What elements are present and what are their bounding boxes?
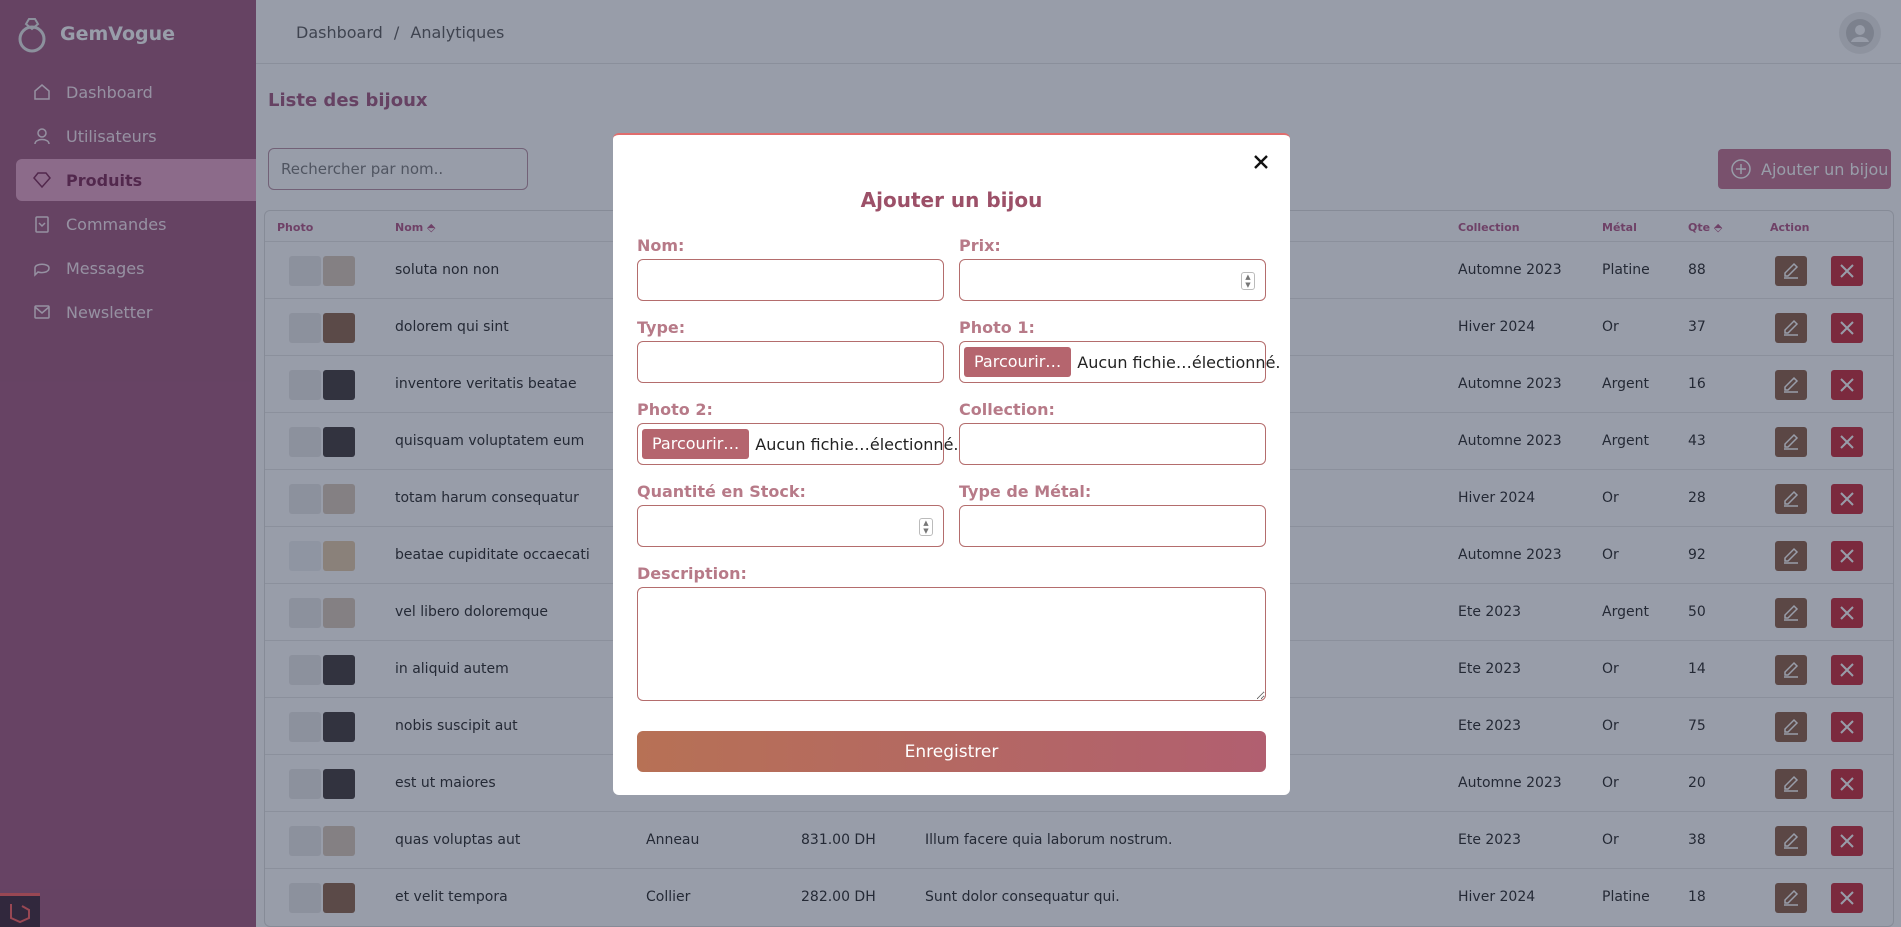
description-label: Description: — [637, 564, 747, 583]
prix-input[interactable]: ▲ ▼ — [959, 259, 1266, 301]
photo1-label: Photo 1: — [959, 318, 1035, 337]
nom-label: Nom: — [637, 236, 685, 255]
collection-label: Collection: — [959, 400, 1055, 419]
quantite-input[interactable]: ▲ ▼ — [637, 505, 944, 547]
type-input[interactable] — [637, 341, 944, 383]
prix-label: Prix: — [959, 236, 1001, 255]
close-icon[interactable] — [1252, 153, 1270, 171]
photo2-browse-button[interactable]: Parcourir… — [642, 429, 750, 459]
photo2-label: Photo 2: — [637, 400, 713, 419]
photo1-browse-button[interactable]: Parcourir… — [964, 347, 1072, 377]
add-jewel-modal: Ajouter un bijou Nom: Prix: ▲ ▼ Type: Pho… — [613, 133, 1290, 795]
modal-title: Ajouter un bijou — [860, 188, 1043, 212]
metal-input[interactable] — [959, 505, 1266, 547]
type-label: Type: — [637, 318, 686, 337]
metal-label: Type de Métal: — [959, 482, 1092, 501]
collection-input[interactable] — [959, 423, 1266, 465]
photo1-filename: Aucun fichie…électionné. — [1077, 352, 1281, 372]
spinner-icon[interactable]: ▲ ▼ — [919, 518, 933, 536]
photo1-file-input[interactable]: Parcourir… Aucun fichie…électionné. — [959, 341, 1281, 383]
quantite-label: Quantité en Stock: — [637, 482, 806, 501]
save-button[interactable]: Enregistrer — [637, 731, 1266, 772]
nom-input[interactable] — [637, 259, 944, 301]
spinner-icon[interactable]: ▲ ▼ — [1241, 272, 1255, 290]
photo2-file-input[interactable]: Parcourir… Aucun fichie…électionné. — [637, 423, 959, 465]
description-textarea[interactable] — [637, 587, 1266, 701]
photo2-filename: Aucun fichie…électionné. — [755, 434, 959, 454]
